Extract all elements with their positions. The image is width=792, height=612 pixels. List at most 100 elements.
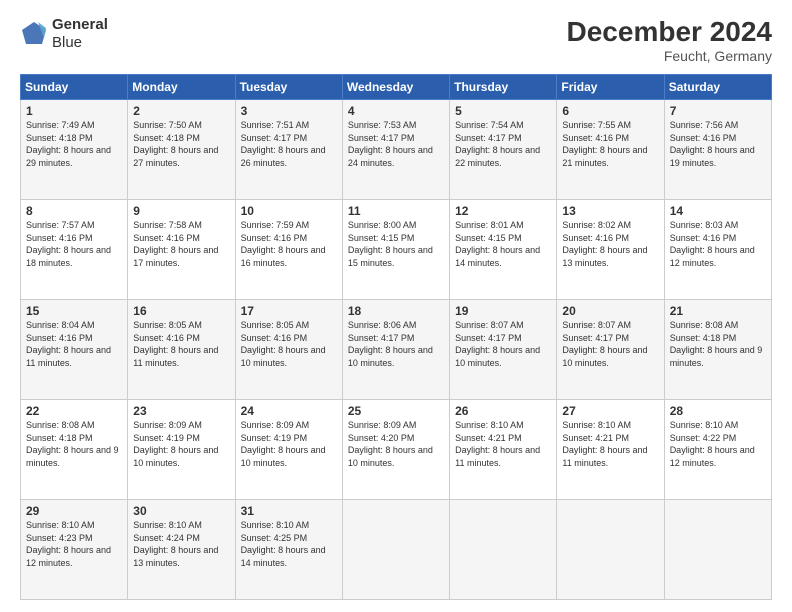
day-info: Sunrise: 8:08 AM Sunset: 4:18 PM Dayligh… (670, 319, 766, 369)
day-number: 14 (670, 204, 766, 218)
day-info: Sunrise: 7:50 AM Sunset: 4:18 PM Dayligh… (133, 119, 229, 169)
calendar-week-row: 8 Sunrise: 7:57 AM Sunset: 4:16 PM Dayli… (21, 200, 772, 300)
day-info: Sunrise: 8:09 AM Sunset: 4:19 PM Dayligh… (241, 419, 337, 469)
table-row: 2 Sunrise: 7:50 AM Sunset: 4:18 PM Dayli… (128, 100, 235, 200)
day-info: Sunrise: 8:04 AM Sunset: 4:16 PM Dayligh… (26, 319, 122, 369)
logo-line2: Blue (52, 34, 108, 52)
daylight-text: Daylight: 8 hours and 9 minutes. (670, 345, 763, 368)
calendar-title: December 2024 (567, 16, 772, 48)
sunset-text: Sunset: 4:17 PM (455, 133, 522, 143)
day-info: Sunrise: 7:49 AM Sunset: 4:18 PM Dayligh… (26, 119, 122, 169)
sunset-text: Sunset: 4:16 PM (562, 233, 629, 243)
day-info: Sunrise: 7:56 AM Sunset: 4:16 PM Dayligh… (670, 119, 766, 169)
table-row: 21 Sunrise: 8:08 AM Sunset: 4:18 PM Dayl… (664, 300, 771, 400)
sunset-text: Sunset: 4:19 PM (241, 433, 308, 443)
table-row: 12 Sunrise: 8:01 AM Sunset: 4:15 PM Dayl… (450, 200, 557, 300)
table-row: 17 Sunrise: 8:05 AM Sunset: 4:16 PM Dayl… (235, 300, 342, 400)
sunrise-text: Sunrise: 7:56 AM (670, 120, 739, 130)
day-number: 10 (241, 204, 337, 218)
day-info: Sunrise: 8:07 AM Sunset: 4:17 PM Dayligh… (455, 319, 551, 369)
daylight-text: Daylight: 8 hours and 14 minutes. (241, 545, 326, 568)
sunset-text: Sunset: 4:19 PM (133, 433, 200, 443)
day-number: 2 (133, 104, 229, 118)
day-info: Sunrise: 7:53 AM Sunset: 4:17 PM Dayligh… (348, 119, 444, 169)
daylight-text: Daylight: 8 hours and 9 minutes. (26, 445, 119, 468)
logo-text: General Blue (52, 16, 108, 52)
table-row: 16 Sunrise: 8:05 AM Sunset: 4:16 PM Dayl… (128, 300, 235, 400)
calendar-subtitle: Feucht, Germany (567, 48, 772, 64)
day-number: 7 (670, 104, 766, 118)
daylight-text: Daylight: 8 hours and 21 minutes. (562, 145, 647, 168)
header-tuesday: Tuesday (235, 75, 342, 100)
day-info: Sunrise: 8:10 AM Sunset: 4:23 PM Dayligh… (26, 519, 122, 569)
day-number: 1 (26, 104, 122, 118)
sunset-text: Sunset: 4:17 PM (241, 133, 308, 143)
sunset-text: Sunset: 4:25 PM (241, 533, 308, 543)
calendar-week-row: 22 Sunrise: 8:08 AM Sunset: 4:18 PM Dayl… (21, 400, 772, 500)
table-row: 14 Sunrise: 8:03 AM Sunset: 4:16 PM Dayl… (664, 200, 771, 300)
daylight-text: Daylight: 8 hours and 13 minutes. (562, 245, 647, 268)
table-row: 29 Sunrise: 8:10 AM Sunset: 4:23 PM Dayl… (21, 500, 128, 600)
daylight-text: Daylight: 8 hours and 17 minutes. (133, 245, 218, 268)
sunrise-text: Sunrise: 8:07 AM (455, 320, 524, 330)
daylight-text: Daylight: 8 hours and 27 minutes. (133, 145, 218, 168)
day-number: 4 (348, 104, 444, 118)
day-number: 19 (455, 304, 551, 318)
day-number: 11 (348, 204, 444, 218)
daylight-text: Daylight: 8 hours and 18 minutes. (26, 245, 111, 268)
sunrise-text: Sunrise: 7:50 AM (133, 120, 202, 130)
daylight-text: Daylight: 8 hours and 12 minutes. (26, 545, 111, 568)
daylight-text: Daylight: 8 hours and 11 minutes. (455, 445, 540, 468)
sunrise-text: Sunrise: 7:49 AM (26, 120, 95, 130)
table-row (557, 500, 664, 600)
sunrise-text: Sunrise: 8:10 AM (26, 520, 95, 530)
sunset-text: Sunset: 4:17 PM (562, 333, 629, 343)
day-number: 16 (133, 304, 229, 318)
day-number: 20 (562, 304, 658, 318)
sunset-text: Sunset: 4:18 PM (26, 133, 93, 143)
sunrise-text: Sunrise: 7:59 AM (241, 220, 310, 230)
day-info: Sunrise: 8:09 AM Sunset: 4:20 PM Dayligh… (348, 419, 444, 469)
daylight-text: Daylight: 8 hours and 16 minutes. (241, 245, 326, 268)
sunset-text: Sunset: 4:15 PM (455, 233, 522, 243)
daylight-text: Daylight: 8 hours and 22 minutes. (455, 145, 540, 168)
sunset-text: Sunset: 4:16 PM (670, 233, 737, 243)
day-number: 24 (241, 404, 337, 418)
sunrise-text: Sunrise: 8:04 AM (26, 320, 95, 330)
sunrise-text: Sunrise: 8:08 AM (670, 320, 739, 330)
table-row: 8 Sunrise: 7:57 AM Sunset: 4:16 PM Dayli… (21, 200, 128, 300)
day-info: Sunrise: 8:10 AM Sunset: 4:22 PM Dayligh… (670, 419, 766, 469)
table-row: 20 Sunrise: 8:07 AM Sunset: 4:17 PM Dayl… (557, 300, 664, 400)
sunrise-text: Sunrise: 8:09 AM (241, 420, 310, 430)
daylight-text: Daylight: 8 hours and 11 minutes. (26, 345, 111, 368)
title-block: December 2024 Feucht, Germany (567, 16, 772, 64)
table-row: 10 Sunrise: 7:59 AM Sunset: 4:16 PM Dayl… (235, 200, 342, 300)
sunset-text: Sunset: 4:21 PM (455, 433, 522, 443)
sunrise-text: Sunrise: 8:10 AM (241, 520, 310, 530)
daylight-text: Daylight: 8 hours and 15 minutes. (348, 245, 433, 268)
table-row: 4 Sunrise: 7:53 AM Sunset: 4:17 PM Dayli… (342, 100, 449, 200)
sunrise-text: Sunrise: 7:54 AM (455, 120, 524, 130)
daylight-text: Daylight: 8 hours and 10 minutes. (241, 345, 326, 368)
day-info: Sunrise: 8:01 AM Sunset: 4:15 PM Dayligh… (455, 219, 551, 269)
logo-line1: General (52, 16, 108, 34)
sunset-text: Sunset: 4:17 PM (348, 333, 415, 343)
header: General Blue December 2024 Feucht, Germa… (20, 16, 772, 64)
table-row: 25 Sunrise: 8:09 AM Sunset: 4:20 PM Dayl… (342, 400, 449, 500)
sunrise-text: Sunrise: 7:51 AM (241, 120, 310, 130)
day-info: Sunrise: 7:54 AM Sunset: 4:17 PM Dayligh… (455, 119, 551, 169)
table-row: 13 Sunrise: 8:02 AM Sunset: 4:16 PM Dayl… (557, 200, 664, 300)
logo: General Blue (20, 16, 108, 52)
daylight-text: Daylight: 8 hours and 12 minutes. (670, 445, 755, 468)
day-info: Sunrise: 8:10 AM Sunset: 4:21 PM Dayligh… (455, 419, 551, 469)
daylight-text: Daylight: 8 hours and 10 minutes. (348, 445, 433, 468)
sunset-text: Sunset: 4:20 PM (348, 433, 415, 443)
sunrise-text: Sunrise: 7:55 AM (562, 120, 631, 130)
day-info: Sunrise: 8:09 AM Sunset: 4:19 PM Dayligh… (133, 419, 229, 469)
day-number: 29 (26, 504, 122, 518)
day-number: 5 (455, 104, 551, 118)
day-info: Sunrise: 8:00 AM Sunset: 4:15 PM Dayligh… (348, 219, 444, 269)
sunrise-text: Sunrise: 7:58 AM (133, 220, 202, 230)
table-row (342, 500, 449, 600)
sunrise-text: Sunrise: 8:00 AM (348, 220, 417, 230)
